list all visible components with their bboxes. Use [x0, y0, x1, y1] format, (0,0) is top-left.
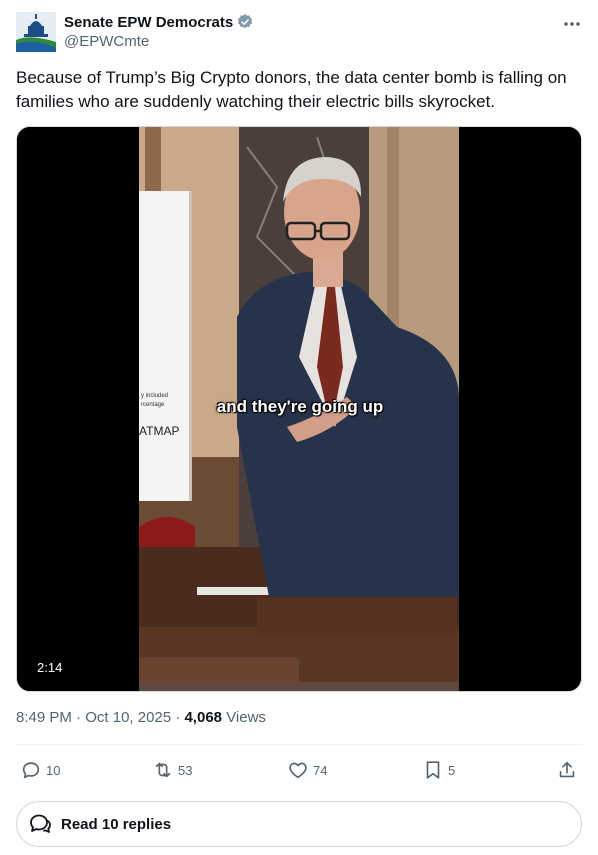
name-row: Senate EPW Democrats [64, 12, 254, 32]
chat-bubbles-icon [30, 814, 51, 833]
video-player[interactable]: y included rcentage ATMAP and they're go… [16, 126, 582, 692]
meta-separator: · [76, 709, 86, 726]
tweet-header: Senate EPW Democrats @EPWCmte [16, 12, 582, 54]
capitol-logo-icon [16, 12, 56, 52]
avatar[interactable] [16, 12, 56, 52]
display-name[interactable]: Senate EPW Democrats [64, 14, 233, 31]
divider [16, 744, 582, 745]
share-button[interactable] [556, 756, 578, 784]
reply-button[interactable]: 10 [20, 756, 60, 784]
verified-badge-icon[interactable] [236, 13, 254, 31]
read-replies-label: Read 10 replies [61, 815, 172, 833]
handle[interactable]: @EPWCmte [64, 33, 149, 50]
read-replies-button[interactable]: Read 10 replies [16, 801, 582, 847]
tweet-actions: 10 53 74 5 [16, 756, 582, 784]
tweet-time[interactable]: 8:49 PM [16, 709, 72, 726]
video-caption: and they're going up [216, 397, 384, 416]
like-count: 74 [313, 762, 328, 778]
repost-icon [155, 762, 171, 778]
views-count: 4,068 [184, 709, 223, 726]
share-icon [559, 761, 575, 778]
reply-count: 10 [46, 762, 61, 778]
more-options-icon[interactable] [562, 14, 582, 34]
sign-title-text: ATMAP [139, 424, 179, 438]
heart-icon [289, 762, 307, 779]
tweet-date[interactable]: Oct 10, 2025 [85, 709, 171, 726]
repost-button[interactable]: 53 [152, 756, 192, 784]
video-duration: 2:14 [31, 658, 69, 677]
tweet-text: Because of Trump’s Big Crypto donors, th… [16, 68, 567, 111]
bookmark-count: 5 [448, 762, 456, 778]
tweet-meta: 8:49 PM · Oct 10, 2025 · 4,068 Views [16, 709, 266, 726]
bookmark-button[interactable]: 5 [422, 756, 455, 784]
repost-count: 53 [178, 762, 193, 778]
reply-icon [22, 762, 40, 779]
like-button[interactable]: 74 [287, 756, 327, 784]
views-label: Views [226, 709, 266, 726]
bookmark-icon [426, 761, 440, 779]
